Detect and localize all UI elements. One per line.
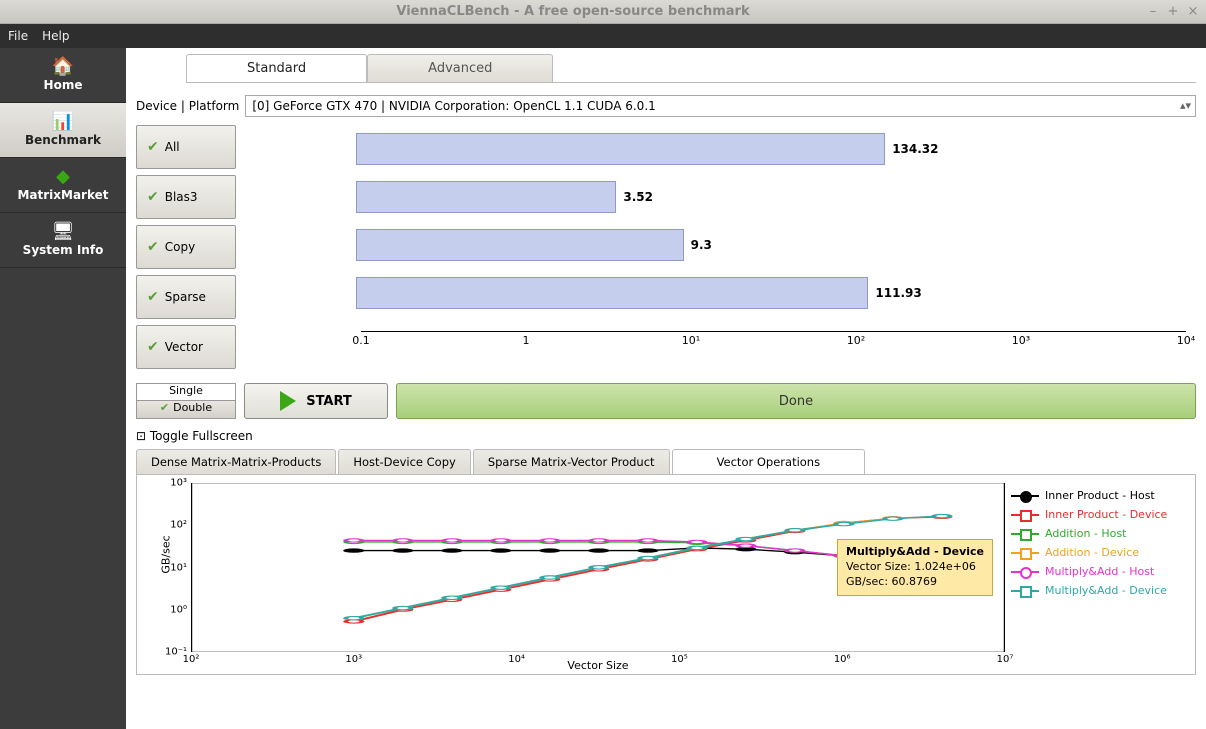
filter-all[interactable]: ✔All [136,125,236,169]
chevron-updown-icon: ▴▾ [1180,99,1191,112]
bottom-tabs: Dense Matrix-Matrix-Products Host-Device… [136,449,1196,475]
titlebar: ViennaCLBench - A free open-source bench… [0,0,1206,24]
line-chart: GB/sec Vector Size 10³ 10² 10¹ 10⁰ 10⁻¹ … [136,475,1196,675]
precision-double[interactable]: ✔Double [137,401,235,418]
play-icon [280,391,296,411]
tab-vec[interactable]: Vector Operations [672,449,866,474]
filter-copy[interactable]: ✔Copy [136,225,236,269]
precision-toggle: Single ✔Double [136,383,236,419]
sidebar-item-matrixmarket[interactable]: ◆ MatrixMarket [0,158,126,213]
legend-ma-dev[interactable]: Multiply&Add - Device [1011,584,1189,597]
check-icon: ✔ [160,401,169,414]
sidebar: 🏠 Home 📊 Benchmark ◆ MatrixMarket 🖥 Syst… [0,48,126,729]
bar-value-blas3: 134.32 [892,142,938,156]
x-axis-title: Vector Size [567,659,628,672]
legend-ip-host[interactable]: Inner Product - Host [1011,489,1189,502]
legend-add-dev[interactable]: Addition - Device [1011,546,1189,559]
line-chart-legend: Inner Product - Host Inner Product - Dev… [1005,475,1195,674]
bar-chart: Blas3 - GFLOPs 134.32 Copy - GB/sec 3.52… [246,125,1196,355]
device-value: [0] GeForce GTX 470 | NVIDIA Corporation… [252,99,655,113]
tab-standard[interactable]: Standard [186,54,367,82]
start-button[interactable]: START [244,383,388,419]
menu-file[interactable]: File [8,29,28,43]
bar-xaxis: 0.1 1 10¹ 10² 10³ 10⁴ [361,331,1186,355]
sidebar-item-benchmark[interactable]: 📊 Benchmark [0,103,126,158]
filter-vector[interactable]: ✔Vector [136,325,236,369]
benchmark-icon: 📊 [52,113,74,131]
precision-single[interactable]: Single [137,384,235,401]
filter-buttons: ✔All ✔Blas3 ✔Copy ✔Sparse ✔Vector [136,125,236,375]
maximize-icon[interactable]: + [1166,4,1180,19]
systeminfo-icon: 🖥 [52,223,75,241]
line-chart-plot: GB/sec Vector Size 10³ 10² 10¹ 10⁰ 10⁻¹ … [191,483,1005,652]
close-icon[interactable]: × [1186,4,1200,19]
bar-value-vector: 111.93 [875,286,921,300]
toggle-fullscreen[interactable]: Toggle Fullscreen [136,429,1196,443]
check-icon: ✔ [147,189,159,205]
sidebar-item-home[interactable]: 🏠 Home [0,48,126,103]
tab-dense[interactable]: Dense Matrix-Matrix-Products [136,449,336,474]
filter-sparse[interactable]: ✔Sparse [136,275,236,319]
window-title: ViennaCLBench - A free open-source bench… [6,4,1140,19]
tab-advanced[interactable]: Advanced [367,54,553,82]
tabs-top: Standard Advanced [186,54,1196,83]
chart-tooltip: Multiply&Add - Device Vector Size: 1.024… [837,539,993,596]
tab-hdc[interactable]: Host-Device Copy [338,449,471,474]
check-icon: ✔ [147,289,159,305]
check-icon: ✔ [147,139,159,155]
legend-ip-dev[interactable]: Inner Product - Device [1011,508,1189,521]
bar-value-sparse: 9.3 [691,238,712,252]
menubar: File Help [0,24,1206,48]
device-select[interactable]: [0] GeForce GTX 470 | NVIDIA Corporation… [245,95,1196,117]
device-label: Device | Platform [136,99,239,113]
check-icon: ✔ [147,239,159,255]
minimize-icon[interactable]: – [1146,4,1160,19]
matrixmarket-icon: ◆ [56,168,70,186]
legend-ma-host[interactable]: Multiply&Add - Host [1011,565,1189,578]
main-panel: Standard Advanced Device | Platform [0] … [126,48,1206,729]
legend-add-host[interactable]: Addition - Host [1011,527,1189,540]
tab-smv[interactable]: Sparse Matrix-Vector Product [473,449,670,474]
filter-blas3[interactable]: ✔Blas3 [136,175,236,219]
menu-help[interactable]: Help [42,29,69,43]
status-done: Done [396,383,1196,419]
bar-value-copy: 3.52 [623,190,653,204]
check-icon: ✔ [147,339,159,355]
home-icon: 🏠 [52,58,74,76]
sidebar-item-systeminfo[interactable]: 🖥 System Info [0,213,126,268]
